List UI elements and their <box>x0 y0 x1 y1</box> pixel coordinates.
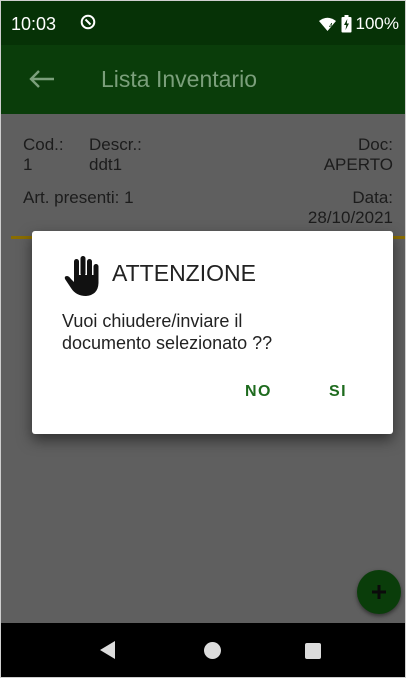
si-button[interactable]: SI <box>329 383 347 401</box>
nav-recents-icon[interactable] <box>305 643 321 659</box>
doc-status-label: Doc: <box>358 135 393 154</box>
app-bar: Lista Inventario <box>1 45 405 114</box>
date-value: 28/10/2021 <box>307 208 393 227</box>
battery-percentage: 100% <box>355 14 399 33</box>
nav-home-icon[interactable] <box>204 642 221 659</box>
confirm-dialog: ATTENZIONE Vuoi chiudere/inviare il docu… <box>32 231 393 434</box>
status-time: 10:03 <box>11 14 57 34</box>
cod-value: 1 <box>23 155 33 174</box>
articles-count: Art. presenti: 1 <box>23 188 134 207</box>
device-screen: 10:03 4 100% Lista Inventario Cod.: 1 De… <box>0 0 406 678</box>
hand-stop-icon <box>64 256 99 296</box>
nav-back-icon[interactable] <box>99 640 116 660</box>
back-arrow-icon[interactable] <box>28 67 56 91</box>
battery-charging-icon <box>341 15 352 33</box>
status-bar: 10:03 4 100% <box>1 1 405 45</box>
document-card[interactable]: Cod.: 1 Descr.: ddt1 Doc: APERTO Art. pr… <box>11 121 405 239</box>
page-title: Lista Inventario <box>101 66 257 92</box>
descr-value: ddt1 <box>89 155 123 174</box>
doc-status-value: APERTO <box>323 155 393 174</box>
no-button[interactable]: NO <box>245 383 272 401</box>
navigation-bar <box>1 623 405 677</box>
dialog-title: ATTENZIONE <box>112 260 256 286</box>
wifi-icon: 4 <box>318 17 336 31</box>
status-right-group: 4 100% <box>318 14 399 34</box>
svg-text:4: 4 <box>329 23 333 30</box>
descr-label: Descr.: <box>89 135 142 154</box>
cod-label: Cod.: <box>23 135 64 154</box>
dialog-message: Vuoi chiudere/inviare il documento selez… <box>62 311 273 353</box>
app-notification-icon <box>80 14 96 30</box>
date-label: Data: <box>352 188 393 207</box>
plus-icon <box>372 585 386 599</box>
add-button[interactable] <box>357 570 401 614</box>
